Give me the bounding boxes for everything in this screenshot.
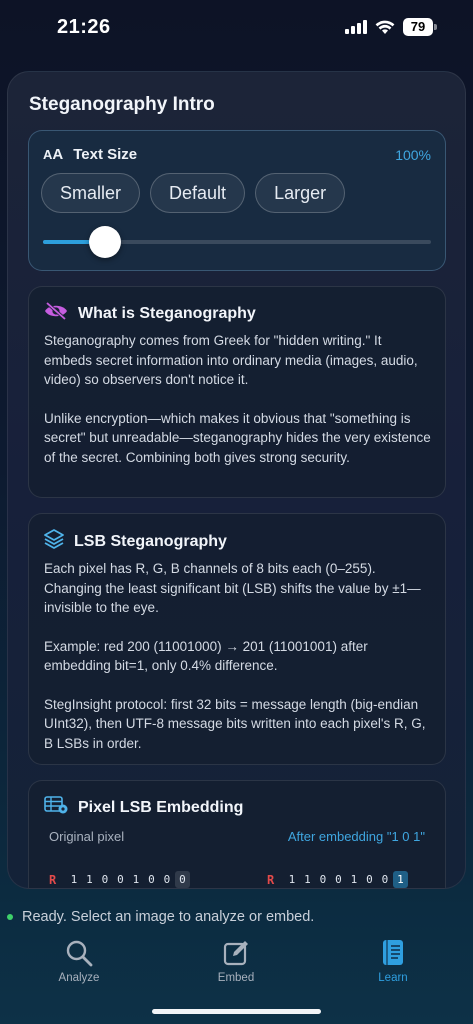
pixel-labels: Original pixel After embedding "1 0 1" — [49, 829, 425, 844]
tab-analyze-label: Analyze — [58, 972, 100, 984]
pixel-lsb-embedding-card: Pixel LSB Embedding Original pixel After… — [28, 780, 446, 888]
what-card-body: Steganography comes from Greek for "hidd… — [44, 331, 431, 486]
tab-analyze[interactable]: Analyze — [34, 935, 124, 984]
channel-label: R — [49, 872, 57, 887]
channel-label: R — [267, 872, 275, 887]
wifi-icon — [375, 20, 395, 35]
grid-table-icon — [44, 796, 68, 819]
text-size-label: Text Size — [73, 146, 138, 163]
original-bits-row: R11001000 — [49, 871, 191, 888]
tab-embed-label: Embed — [217, 972, 255, 984]
bit: 0 — [366, 873, 373, 886]
tab-bar: Analyze Embed Learn — [0, 935, 473, 990]
smaller-button[interactable]: Smaller — [41, 173, 141, 213]
lsb-paragraph-2: Example: red 200 (11001000) → 201 (11001… — [44, 638, 368, 674]
book-icon — [348, 935, 438, 971]
status-icons: 79 — [345, 18, 437, 36]
larger-button[interactable]: Larger — [255, 173, 346, 213]
bit: 1 — [350, 873, 358, 886]
battery-icon: 79 — [403, 18, 437, 36]
text-size-header: AA Text Size — [43, 146, 137, 163]
bit: 0 — [163, 873, 171, 886]
learn-sheet: Steganography Intro AA Text Size 100% Sm… — [7, 71, 466, 889]
what-is-steganography-card: What is Steganography Steganography come… — [28, 286, 446, 498]
text-size-percent: 100% — [395, 147, 431, 163]
bit: 0 — [335, 873, 342, 886]
text-size-card: AA Text Size 100% Smaller Default Larger — [28, 130, 446, 271]
compose-icon — [191, 935, 281, 971]
ready-indicator-icon — [7, 914, 13, 920]
tab-learn-label: Learn — [378, 972, 408, 984]
tab-embed[interactable]: Embed — [191, 935, 281, 984]
page-title: Steganography Intro — [29, 94, 215, 115]
what-card-title: What is Steganography — [78, 304, 256, 322]
text-size-buttons: Smaller Default Larger — [41, 173, 346, 213]
eye-slash-icon — [44, 301, 68, 325]
pixel-card-title: Pixel LSB Embedding — [78, 798, 244, 816]
lsb-paragraph-3: StegInsight protocol: first 32 bits = me… — [44, 696, 426, 751]
lsb-paragraph-1: Each pixel has R, G, B channels of 8 bit… — [44, 561, 421, 615]
lsb-card-header: LSB Steganography — [44, 529, 227, 554]
lsb-card-title: LSB Steganography — [74, 532, 227, 550]
after-bits-row: R11001001 — [267, 871, 409, 888]
lsb-card-body: Each pixel has R, G, B channels of 8 bit… — [44, 559, 431, 772]
lsb-bit: 1 — [392, 871, 409, 888]
bit: 1 — [70, 873, 78, 886]
bit: 0 — [117, 873, 124, 886]
status-time: 21:26 — [57, 16, 111, 38]
text-size-slider[interactable] — [43, 226, 431, 258]
bit: 1 — [288, 873, 296, 886]
home-indicator — [152, 1009, 321, 1014]
bit: 0 — [101, 873, 109, 886]
magnifier-icon — [34, 935, 124, 971]
status-text: Ready. Select an image to analyze or emb… — [22, 909, 315, 925]
cellular-signal-icon — [345, 20, 367, 34]
lsb-bit: 0 — [174, 871, 191, 888]
default-button[interactable]: Default — [150, 173, 246, 213]
text-size-slider-thumb[interactable] — [89, 226, 121, 258]
bit: 0 — [381, 873, 389, 886]
status-bar: 21:26 79 — [0, 0, 473, 56]
text-size-icon: AA — [43, 146, 64, 163]
bit: 1 — [132, 873, 140, 886]
lsb-steganography-card: LSB Steganography Each pixel has R, G, B… — [28, 513, 446, 765]
bit: 1 — [304, 873, 311, 886]
what-card-header: What is Steganography — [44, 301, 256, 325]
layers-icon — [44, 529, 64, 554]
bit: 0 — [148, 873, 155, 886]
pixel-card-header: Pixel LSB Embedding — [44, 796, 243, 819]
original-pixel-label: Original pixel — [49, 829, 125, 844]
status-message: Ready. Select an image to analyze or emb… — [7, 909, 314, 925]
battery-level: 79 — [403, 18, 433, 36]
what-paragraph-2: Unlike encryption—which makes it obvious… — [44, 410, 431, 465]
after-embedding-label: After embedding "1 0 1" — [287, 829, 425, 844]
what-paragraph-1: Steganography comes from Greek for "hidd… — [44, 333, 418, 387]
bit: 0 — [319, 873, 327, 886]
tab-learn[interactable]: Learn — [348, 935, 438, 984]
bit: 1 — [86, 873, 93, 886]
